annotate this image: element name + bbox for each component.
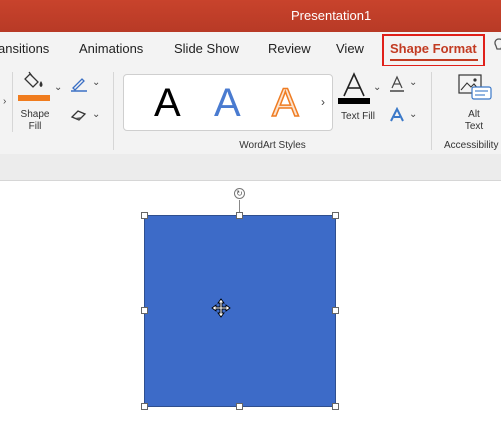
chevron-down-icon[interactable]: ⌄ bbox=[92, 77, 100, 88]
tab-transitions[interactable]: ansitions bbox=[0, 41, 49, 56]
alt-text-label-2: Text bbox=[464, 121, 484, 132]
divider bbox=[113, 72, 114, 150]
lightbulb-icon[interactable] bbox=[494, 38, 501, 59]
accessibility-label: Accessibility bbox=[444, 140, 499, 151]
pen-outline-icon[interactable] bbox=[70, 76, 88, 92]
wordart-gallery: A A A › bbox=[123, 74, 333, 131]
shape-fill-label-2: Fill bbox=[28, 121, 42, 132]
resize-handle-bottom[interactable] bbox=[236, 403, 243, 410]
divider bbox=[431, 72, 432, 150]
resize-handle-bottom-left[interactable] bbox=[141, 403, 148, 410]
text-fill-label: Text Fill bbox=[341, 111, 375, 122]
rotate-handle-icon[interactable]: ↻ bbox=[234, 188, 245, 199]
wordart-style-blue[interactable]: A bbox=[214, 79, 241, 127]
text-outline-icon[interactable] bbox=[389, 75, 405, 93]
resize-handle-right[interactable] bbox=[332, 307, 339, 314]
resize-handle-top-right[interactable] bbox=[332, 212, 339, 219]
resize-handle-top[interactable] bbox=[236, 212, 243, 219]
paint-bucket-icon bbox=[24, 71, 43, 88]
chevron-down-icon[interactable]: ⌄ bbox=[373, 82, 381, 93]
fill-color-swatch bbox=[18, 95, 50, 101]
tab-view[interactable]: View bbox=[336, 41, 364, 56]
selected-shape[interactable] bbox=[144, 215, 336, 407]
text-effects-icon[interactable] bbox=[389, 107, 405, 123]
ribbon: › Shape Fill ⌄ ⌄ ⌄ A A A › WordArt Style… bbox=[0, 66, 501, 155]
shape-effects-icon[interactable] bbox=[70, 108, 88, 122]
text-fill-button[interactable]: Text Fill bbox=[336, 70, 380, 130]
title-bar: Presentation1 bbox=[0, 0, 501, 32]
chevron-down-icon[interactable]: ⌄ bbox=[92, 109, 100, 120]
chevron-down-icon[interactable]: ⌄ bbox=[409, 77, 417, 88]
shape-fill-button[interactable]: Shape Fill bbox=[18, 70, 54, 140]
chevron-right-icon[interactable]: › bbox=[3, 96, 6, 107]
ribbon-bottom-bar bbox=[0, 154, 501, 181]
wordart-styles-label: WordArt Styles bbox=[239, 140, 306, 151]
tab-slide-show[interactable]: Slide Show bbox=[174, 41, 239, 56]
chevron-down-icon[interactable]: ⌄ bbox=[54, 82, 62, 93]
tab-animations[interactable]: Animations bbox=[79, 41, 143, 56]
resize-handle-bottom-right[interactable] bbox=[332, 403, 339, 410]
alt-text-label-1: Alt bbox=[468, 109, 480, 120]
tab-review[interactable]: Review bbox=[268, 41, 311, 56]
move-cursor-icon bbox=[211, 298, 231, 318]
text-fill-swatch bbox=[338, 98, 370, 104]
resize-handle-top-left[interactable] bbox=[141, 212, 148, 219]
chevron-right-icon[interactable]: › bbox=[321, 95, 325, 109]
window-title: Presentation1 bbox=[291, 8, 372, 23]
highlight-box bbox=[382, 34, 485, 67]
wordart-style-orange-outline[interactable]: A bbox=[271, 79, 299, 127]
resize-handle-left[interactable] bbox=[141, 307, 148, 314]
alt-text-button[interactable]: Alt Text bbox=[452, 70, 496, 136]
divider bbox=[12, 72, 13, 132]
chevron-down-icon[interactable]: ⌄ bbox=[409, 109, 417, 120]
alt-text-icon bbox=[458, 74, 492, 100]
wordart-style-black[interactable]: A bbox=[154, 79, 181, 127]
shape-fill-label-1: Shape bbox=[20, 109, 50, 120]
